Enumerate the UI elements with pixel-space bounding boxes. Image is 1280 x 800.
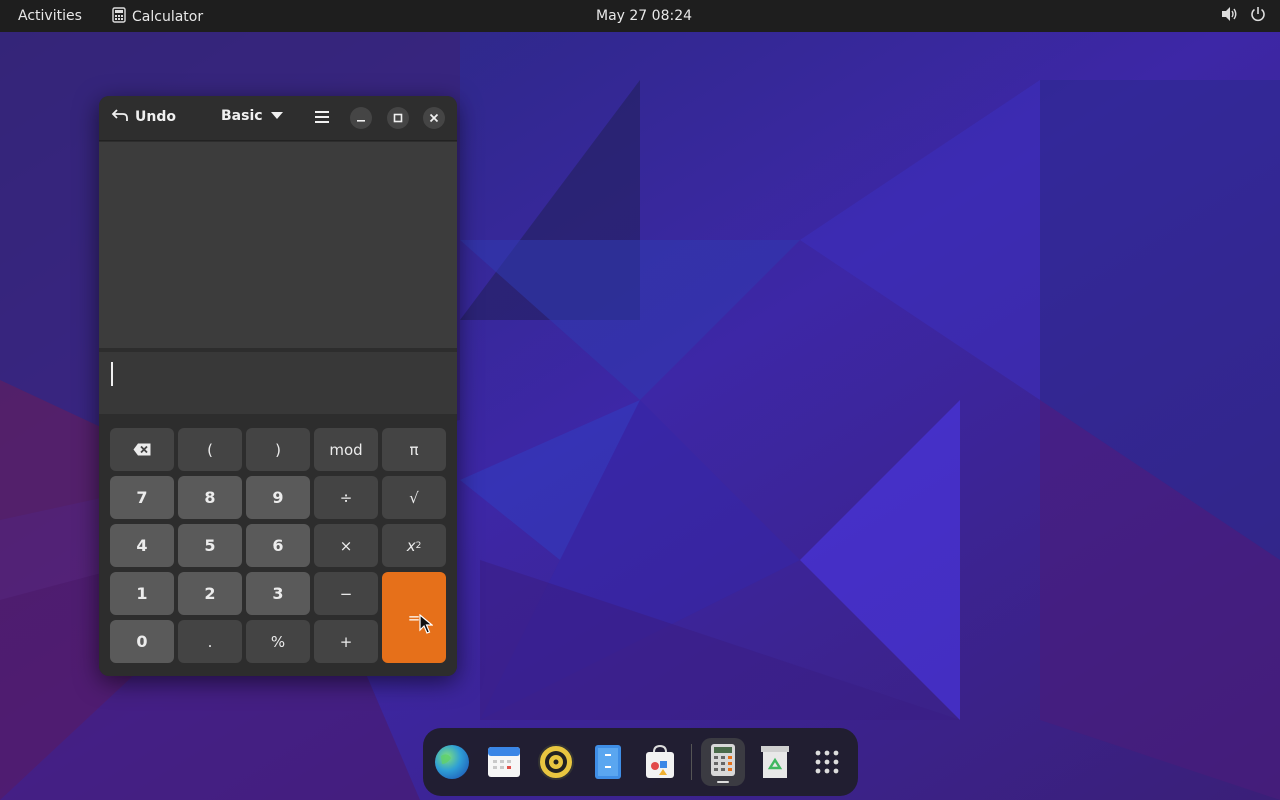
digit-0-button[interactable]: 0 [110,620,174,663]
minimize-button[interactable] [350,107,372,129]
mode-label: Basic [221,108,263,124]
undo-button[interactable]: Undo [111,108,176,126]
maximize-button[interactable] [387,107,409,129]
close-button[interactable] [423,107,445,129]
digit-1-button[interactable]: 1 [110,572,174,615]
multiply-button[interactable]: × [314,524,378,567]
divide-button[interactable]: ÷ [314,476,378,519]
backspace-icon [133,443,151,456]
square-base: x [406,536,416,555]
minimize-icon [357,120,365,122]
power-icon[interactable] [1250,6,1266,26]
undo-icon [111,108,129,126]
keypad: ( ) mod π 7 8 9 ÷ √ 4 5 6 × x2 1 2 3 − =… [99,418,457,676]
subtract-button[interactable]: − [314,572,378,615]
trash-icon[interactable] [756,742,794,782]
text-cursor [111,362,113,386]
digit-9-button[interactable]: 9 [246,476,310,519]
system-tray[interactable] [1220,6,1266,26]
calculator-icon [112,7,126,27]
history-view [99,142,457,348]
add-button[interactable]: + [314,620,378,663]
sqrt-button[interactable]: √ [382,476,446,519]
file-manager-icon[interactable] [589,742,627,782]
entry-field[interactable] [99,352,457,414]
digit-8-button[interactable]: 8 [178,476,242,519]
digit-4-button[interactable]: 4 [110,524,174,567]
open-paren-button[interactable]: ( [178,428,242,471]
mod-button[interactable]: mod [314,428,378,471]
header-bar: Undo Basic [99,96,457,141]
close-icon [429,113,439,123]
software-store-icon[interactable] [641,742,679,782]
percent-button[interactable]: % [246,620,310,663]
dock [423,728,858,796]
pi-button[interactable]: π [382,428,446,471]
app-menu[interactable]: Calculator [112,7,203,27]
maximize-icon [393,113,403,123]
chevron-down-icon [270,108,283,124]
equals-button[interactable]: = [382,572,446,663]
app-name: Calculator [132,9,204,25]
web-browser-icon[interactable] [433,742,471,782]
undo-label: Undo [135,109,176,125]
calculator-icon[interactable] [701,738,745,786]
app-grid-icon[interactable] [808,742,846,782]
digit-2-button[interactable]: 2 [178,572,242,615]
backspace-button[interactable] [110,428,174,471]
dock-separator [691,744,692,780]
activities-button[interactable]: Activities [18,8,82,24]
digit-3-button[interactable]: 3 [246,572,310,615]
calculator-window: Undo Basic ( ) mod π 7 8 9 ÷ √ 4 5 6 × x… [99,96,457,676]
mode-selector[interactable]: Basic [221,108,283,124]
hamburger-menu-icon[interactable] [312,107,332,127]
square-button[interactable]: x2 [382,524,446,567]
volume-icon[interactable] [1220,6,1238,26]
decimal-button[interactable]: . [178,620,242,663]
mouse-pointer-icon [419,614,433,634]
square-exponent: 2 [415,540,422,551]
digit-7-button[interactable]: 7 [110,476,174,519]
close-paren-button[interactable]: ) [246,428,310,471]
top-bar: Activities Calculator May 27 08:24 [0,0,1280,32]
digit-6-button[interactable]: 6 [246,524,310,567]
music-player-icon[interactable] [537,742,575,782]
calendar-icon[interactable] [485,742,523,782]
clock[interactable]: May 27 08:24 [596,8,692,24]
digit-5-button[interactable]: 5 [178,524,242,567]
